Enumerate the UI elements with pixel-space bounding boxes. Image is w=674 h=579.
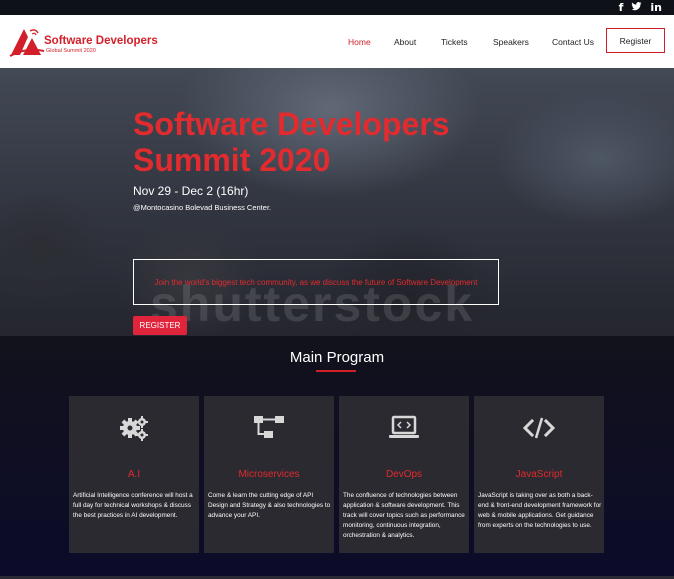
card-title: A.I — [127, 469, 141, 480]
title-underline — [316, 370, 356, 372]
hero-tagline: Join the world's biggest tech community,… — [154, 277, 478, 287]
hero-section: shutterstock Software Developers Summit … — [0, 68, 674, 336]
social-links: f in — [619, 1, 662, 15]
section-title: Main Program — [289, 349, 385, 366]
card-description: Come & learn the cutting edge of API Des… — [208, 492, 331, 519]
hero-date: Nov 29 - Dec 2 (16hr) — [133, 184, 249, 198]
program-card-ai[interactable]: A.I Artificial Intelligence conference w… — [69, 396, 199, 553]
nav-tickets[interactable]: Tickets — [441, 37, 468, 47]
linkedin-icon[interactable]: in — [650, 1, 662, 15]
card-description: Artificial Intelligence conference will … — [73, 492, 193, 519]
brand-logo[interactable]: Software Developers Global Summit 2020 — [8, 25, 158, 59]
card-title: Microservices — [238, 469, 300, 480]
code-icon — [523, 417, 555, 439]
nav-register-button[interactable]: Register — [606, 28, 665, 53]
hero-title: Software Developers Summit 2020 — [133, 106, 450, 178]
nav-about[interactable]: About — [394, 37, 416, 47]
brand-subtitle: Global Summit 2020 — [46, 48, 96, 54]
nav-home[interactable]: Home — [348, 37, 371, 47]
top-bar: f in — [0, 0, 674, 15]
navbar: Software Developers Global Summit 2020 H… — [0, 15, 674, 68]
program-card-javascript[interactable]: JavaScript JavaScript is taking over as … — [474, 396, 604, 553]
program-card-devops[interactable]: DevOps The confluence of technologies be… — [339, 396, 469, 553]
card-title: DevOps — [385, 469, 423, 480]
gears-icon — [120, 416, 148, 441]
nav-speakers[interactable]: Speakers — [493, 37, 529, 47]
facebook-icon[interactable]: f — [619, 1, 624, 15]
sitemap-icon — [254, 416, 284, 438]
hero-content: Software Developers Summit 2020 Nov 29 -… — [133, 106, 513, 335]
nav-contact-us[interactable]: Contact Us — [552, 37, 594, 47]
program-card-microservices[interactable]: Microservices Come & learn the cutting e… — [204, 396, 334, 553]
main-program-section: Main Program A.I Artificial Intelligence… — [0, 336, 674, 579]
laptop-code-icon — [389, 415, 419, 438]
hero-venue: @Montocasino Bolevad Business Center. — [133, 203, 272, 212]
hero-tagline-box: Join the world's biggest tech community,… — [133, 259, 499, 305]
card-description: The confluence of technologies between a… — [343, 492, 465, 539]
hero-register-button[interactable]: REGISTER — [133, 316, 187, 335]
brand-title: Software Developers — [44, 35, 158, 47]
card-title: JavaScript — [515, 469, 563, 480]
card-description: JavaScript is taking over as both a back… — [478, 492, 602, 529]
logo-mark-icon — [9, 29, 45, 57]
twitter-icon[interactable] — [631, 1, 642, 15]
